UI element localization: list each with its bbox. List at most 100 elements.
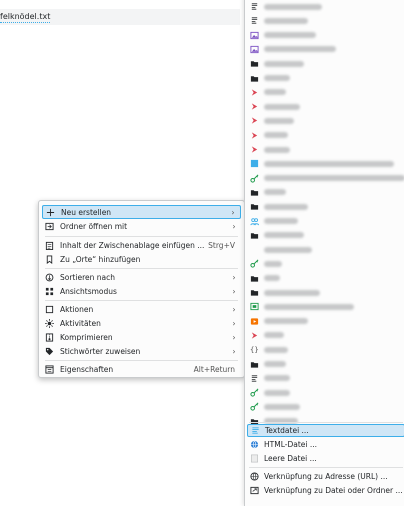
template-item[interactable] <box>247 215 404 228</box>
template-item[interactable] <box>247 372 404 385</box>
chevron-right-icon: › <box>232 318 236 328</box>
folder-template-icon <box>250 360 259 369</box>
chevron-right-icon: › <box>232 272 236 282</box>
tag-icon <box>45 347 54 356</box>
folder-template-icon <box>250 231 259 240</box>
plus-icon <box>46 208 55 217</box>
menu-item-actions[interactable]: Aktionen › <box>42 302 241 316</box>
blue-template-icon <box>250 159 259 168</box>
blurred-label <box>264 260 282 267</box>
properties-icon <box>45 364 54 374</box>
template-item[interactable] <box>247 86 404 99</box>
template-item[interactable] <box>247 114 404 127</box>
red-template-icon <box>250 131 259 140</box>
menu-item-sort-by[interactable]: Sortieren nach › <box>42 270 241 284</box>
template-item[interactable] <box>247 329 404 342</box>
menu-item-shortcut: Strg+V <box>208 240 235 250</box>
menu-item-activities[interactable]: Aktivitäten › <box>42 316 241 330</box>
blurred-label <box>264 403 300 410</box>
bookmark-icon <box>45 254 54 264</box>
chevron-right-icon: › <box>232 346 236 356</box>
template-item[interactable] <box>247 72 404 85</box>
template-item[interactable] <box>247 243 404 256</box>
red-template-icon <box>250 116 259 125</box>
greenrect-template-icon <box>250 302 259 311</box>
divider <box>45 360 238 361</box>
menu-item-view-mode[interactable]: Ansichtsmodus › <box>42 284 241 298</box>
template-item[interactable] <box>247 358 404 371</box>
template-item[interactable] <box>247 186 404 199</box>
menu-item-add-to-places[interactable]: Zu „Orte“ hinzufügen <box>42 252 241 266</box>
menu-item-open-folder-with[interactable]: Ordner öffnen mit › <box>42 219 241 233</box>
blurred-label <box>264 175 404 182</box>
blurred-label <box>264 275 280 282</box>
submenu-item-html-file[interactable]: HTML-Datei ... <box>247 438 404 451</box>
blurred-label <box>264 289 320 296</box>
chevron-right-icon: › <box>232 304 236 314</box>
template-item[interactable] <box>247 100 404 113</box>
submenu-item-label: Verknüpfung zu Datei oder Ordner ... <box>264 486 403 495</box>
image-template-icon <box>250 45 259 54</box>
chevron-right-icon: › <box>231 207 235 217</box>
blurred-label <box>264 318 308 325</box>
menu-item-paste[interactable]: Inhalt der Zwischenablage einfügen ... S… <box>42 238 241 252</box>
divider <box>45 236 238 237</box>
template-item[interactable] <box>247 286 404 299</box>
red-template-icon <box>250 145 259 154</box>
sort-icon <box>45 273 54 282</box>
file-name[interactable]: felknödel.txt <box>0 12 51 23</box>
blank-icon <box>250 245 259 254</box>
file-link-icon <box>250 486 259 495</box>
submenu-item-url-link[interactable]: Verknüpfung zu Adresse (URL) ... <box>247 470 404 483</box>
image-template-icon <box>250 31 259 40</box>
submenu-item-file-link[interactable]: Verknüpfung zu Datei oder Ordner ... <box>247 484 404 497</box>
template-item[interactable] <box>247 157 404 170</box>
url-link-icon <box>250 472 259 481</box>
template-item[interactable] <box>247 29 404 42</box>
template-item[interactable] <box>247 386 404 399</box>
blurred-label <box>264 75 290 81</box>
menu-item-compress[interactable]: Komprimieren › <box>42 330 241 344</box>
template-item[interactable] <box>247 0 404 13</box>
template-item[interactable] <box>247 300 404 313</box>
chevron-right-icon: › <box>232 221 236 231</box>
template-item[interactable] <box>247 57 404 70</box>
template-item[interactable] <box>247 200 404 213</box>
key-template-icon <box>250 402 259 411</box>
menu-item-assign-tags[interactable]: Stichwörter zuweisen › <box>42 344 241 358</box>
menu-item-label: Zu „Orte“ hinzufügen <box>60 254 141 264</box>
submenu-item-label: Leere Datei ... <box>264 454 317 463</box>
menu-item-new[interactable]: Neu erstellen › <box>42 205 241 219</box>
template-item[interactable] <box>247 272 404 285</box>
chevron-right-icon: › <box>232 286 236 296</box>
template-item[interactable] <box>247 43 404 56</box>
template-item[interactable] <box>247 229 404 242</box>
template-item[interactable] <box>247 129 404 142</box>
open-folder-icon <box>45 222 54 231</box>
divider <box>45 268 238 269</box>
blurred-label <box>264 232 304 239</box>
submenu-item-text-file[interactable]: Textdatei ... <box>247 424 404 437</box>
template-item[interactable] <box>247 143 404 156</box>
blurred-label <box>264 303 354 310</box>
folder-template-icon <box>250 188 259 197</box>
blurred-label <box>264 103 300 110</box>
submenu-item-empty-file[interactable]: Leere Datei ... <box>247 452 404 465</box>
template-item[interactable] <box>247 257 404 270</box>
template-item[interactable] <box>247 172 404 185</box>
blurred-label <box>264 389 290 396</box>
template-item[interactable]: {} <box>247 343 404 356</box>
template-item[interactable] <box>247 400 404 413</box>
template-item[interactable] <box>247 315 404 328</box>
menu-item-label: Eigenschaften <box>60 364 114 374</box>
blurred-label <box>264 46 336 53</box>
menu-item-label: Ansichtsmodus <box>60 286 117 296</box>
blurred-label <box>264 132 288 139</box>
divider <box>45 300 238 301</box>
menu-item-properties[interactable]: Eigenschaften Alt+Return <box>42 362 241 376</box>
text-file-icon <box>251 426 260 435</box>
svg-text:{}: {} <box>250 345 259 354</box>
menu-item-label: Aktivitäten <box>60 318 101 328</box>
blurred-label <box>264 117 294 124</box>
template-item[interactable] <box>247 14 404 27</box>
